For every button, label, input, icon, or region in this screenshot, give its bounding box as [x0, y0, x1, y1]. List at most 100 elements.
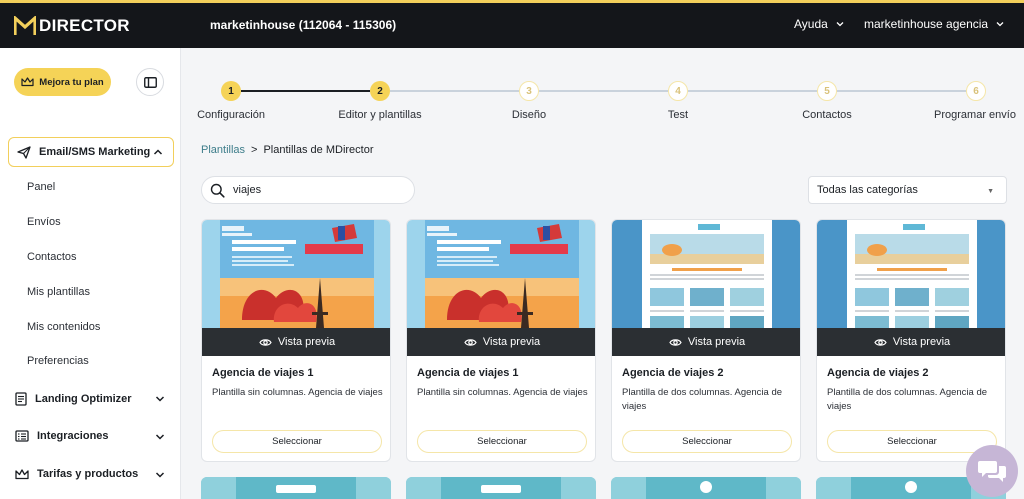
collapse-sidebar-button[interactable]: [136, 68, 164, 96]
logo[interactable]: DIRECTOR: [14, 16, 130, 36]
search-box: [201, 176, 415, 204]
upgrade-plan-button[interactable]: Mejora tu plan: [14, 68, 111, 96]
template-thumbnail-partial: [611, 477, 801, 499]
sidebar-item-landing-optimizer[interactable]: Landing Optimizer: [15, 392, 165, 406]
account-name: marketinhouse (112064 - 115306): [210, 18, 397, 32]
template-title: Agencia de viajes 2: [827, 367, 929, 379]
select-template-button[interactable]: Seleccionar: [622, 430, 792, 453]
template-thumbnail-partial: [201, 477, 391, 499]
eye-icon: [464, 338, 477, 346]
template-title: Agencia de viajes 2: [622, 367, 724, 379]
sidebar: Mejora tu plan Email/SMS Marketing Panel…: [0, 48, 181, 499]
sidebar-subitem-mis-plantillas[interactable]: Mis plantillas: [27, 286, 90, 298]
template-card[interactable]: Vista previa Agencia de viajes 1 Plantil…: [406, 219, 596, 462]
step-1-indicator[interactable]: 1: [221, 81, 241, 101]
list-icon: [15, 430, 29, 442]
template-description: Plantilla de dos columnas. Agencia de vi…: [827, 387, 988, 412]
step-connector: [837, 90, 966, 92]
eye-icon: [874, 338, 887, 346]
sidebar-subitem-contactos[interactable]: Contactos: [27, 251, 77, 263]
template-card[interactable]: Vista previa Agencia de viajes 1 Plantil…: [201, 219, 391, 462]
document-icon: [15, 392, 27, 406]
step-6-label: Programar envío: [934, 109, 1016, 121]
preview-label: Vista previa: [687, 336, 746, 348]
template-card[interactable]: Vista previa Agencia de viajes 2 Plantil…: [611, 219, 801, 462]
step-5-indicator[interactable]: 5: [817, 81, 837, 101]
category-select[interactable]: Todas las categorías ▼: [808, 176, 1007, 204]
chevron-down-icon: [836, 22, 844, 27]
template-card-partial[interactable]: [406, 477, 596, 499]
sidebar-item-label: Integraciones: [37, 430, 109, 442]
template-thumbnail-partial: [406, 477, 596, 499]
category-selected-value: Todas las categorías: [817, 184, 918, 196]
chevron-up-icon: [153, 149, 163, 155]
step-4-indicator[interactable]: 4: [668, 81, 688, 101]
sidebar-item-label: Landing Optimizer: [35, 393, 132, 405]
chat-support-button[interactable]: [966, 445, 1018, 497]
upgrade-plan-label: Mejora tu plan: [39, 76, 104, 88]
crown-icon: [21, 77, 34, 87]
template-card-partial[interactable]: [611, 477, 801, 499]
caret-down-icon: ▼: [987, 188, 994, 195]
sidebar-subitem-envios[interactable]: Envíos: [27, 216, 61, 228]
preview-label: Vista previa: [277, 336, 336, 348]
template-title: Agencia de viajes 1: [417, 367, 519, 379]
search-icon: [210, 183, 225, 198]
step-connector: [688, 90, 817, 92]
step-3-label: Diseño: [511, 109, 547, 121]
preview-button[interactable]: Vista previa: [612, 328, 800, 356]
breadcrumb: Plantillas > Plantillas de MDirector: [201, 144, 374, 156]
step-4-label: Test: [667, 109, 689, 121]
user-label: marketinhouse agencia: [864, 17, 989, 31]
logo-text: DIRECTOR: [39, 16, 130, 35]
preview-button[interactable]: Vista previa: [202, 328, 390, 356]
template-description: Plantilla de dos columnas. Agencia de vi…: [622, 387, 783, 412]
sidebar-subitem-mis-contenidos[interactable]: Mis contenidos: [27, 321, 100, 333]
preview-button[interactable]: Vista previa: [407, 328, 595, 356]
user-menu[interactable]: marketinhouse agencia: [864, 17, 1004, 31]
preview-label: Vista previa: [892, 336, 951, 348]
chevron-down-icon: [155, 396, 165, 402]
chevron-down-icon: [155, 434, 165, 440]
chat-icon: [978, 461, 1006, 482]
sidebar-item-integraciones[interactable]: Integraciones: [15, 430, 165, 442]
send-icon: [17, 145, 31, 159]
select-template-button[interactable]: Seleccionar: [417, 430, 587, 453]
preview-label: Vista previa: [482, 336, 541, 348]
chevron-down-icon: [996, 22, 1004, 27]
breadcrumb-plantillas-link[interactable]: Plantillas: [201, 144, 245, 156]
wizard-stepper: 1 2 3 4 5 6 Configuración Editor y plant…: [181, 48, 1024, 138]
sidebar-subitem-preferencias[interactable]: Preferencias: [27, 355, 89, 367]
select-template-button[interactable]: Seleccionar: [827, 430, 997, 453]
step-5-label: Contactos: [802, 109, 852, 121]
template-title: Agencia de viajes 1: [212, 367, 314, 379]
step-6-indicator[interactable]: 6: [966, 81, 986, 101]
help-label: Ayuda: [794, 17, 828, 31]
search-input[interactable]: [233, 184, 393, 196]
breadcrumb-current: Plantillas de MDirector: [263, 144, 374, 156]
select-template-button[interactable]: Seleccionar: [212, 430, 382, 453]
sidebar-toggle-icon: [143, 76, 157, 88]
step-connector: [390, 90, 519, 92]
breadcrumb-separator: >: [251, 144, 258, 156]
template-card-partial[interactable]: [201, 477, 391, 499]
step-1-label: Configuración: [197, 109, 265, 121]
sidebar-item-label: Tarifas y productos: [37, 468, 139, 480]
preview-button[interactable]: Vista previa: [817, 328, 1005, 356]
sidebar-item-label: Email/SMS Marketing: [39, 146, 151, 158]
template-card[interactable]: Vista previa Agencia de viajes 2 Plantil…: [816, 219, 1006, 462]
step-connector: [241, 90, 370, 92]
step-connector: [539, 90, 668, 92]
top-bar: DIRECTOR marketinhouse (112064 - 115306)…: [0, 0, 1024, 48]
logo-m-icon: [14, 16, 36, 35]
help-menu[interactable]: Ayuda: [794, 17, 844, 31]
sidebar-subitem-panel[interactable]: Panel: [27, 181, 55, 193]
eye-icon: [259, 338, 272, 346]
step-2-indicator[interactable]: 2: [370, 81, 390, 101]
template-description: Plantilla sin columnas. Agencia de viaje…: [212, 387, 383, 398]
sidebar-item-email-sms-marketing[interactable]: Email/SMS Marketing: [8, 137, 174, 167]
sidebar-item-tarifas-y-productos[interactable]: Tarifas y productos: [15, 468, 165, 480]
chevron-down-icon: [155, 472, 165, 478]
step-3-indicator[interactable]: 3: [519, 81, 539, 101]
eye-icon: [669, 338, 682, 346]
